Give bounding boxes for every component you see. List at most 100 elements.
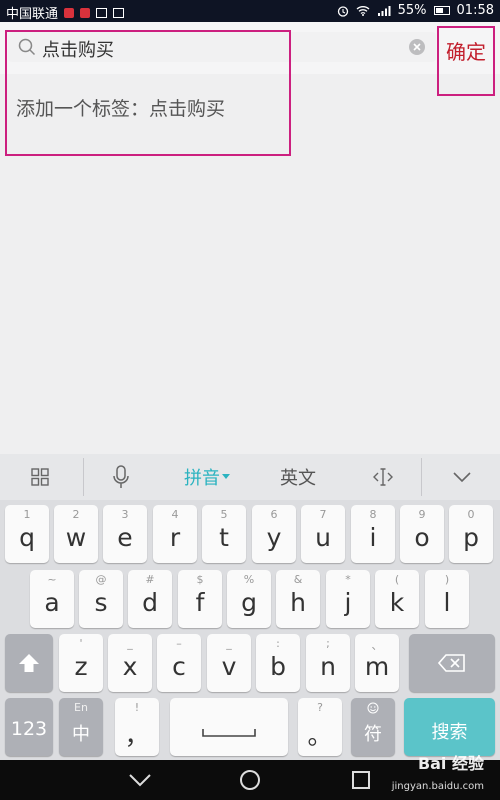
- key-q[interactable]: 1q: [5, 505, 49, 563]
- english-label: 英文: [280, 468, 316, 489]
- clear-icon[interactable]: [408, 38, 426, 56]
- language-switch-key[interactable]: En 中: [59, 698, 103, 756]
- key-sub: 0: [467, 508, 475, 521]
- hide-keyboard-chevron-icon[interactable]: [440, 454, 484, 500]
- key-i[interactable]: 8i: [351, 505, 395, 563]
- key-y[interactable]: 6y: [252, 505, 296, 563]
- key-h[interactable]: & h: [276, 570, 320, 628]
- key-label: t: [219, 523, 229, 552]
- recents-icon[interactable]: [351, 770, 371, 790]
- symbols-key[interactable]: 符: [351, 698, 395, 756]
- key-z[interactable]: ' z: [59, 634, 103, 692]
- key-sub: 1: [23, 508, 31, 521]
- key-e[interactable]: 3e: [103, 505, 147, 563]
- key-sub: *: [345, 573, 351, 586]
- keyboard: 1q 2w 3e 4r 5t 6y 7u 8i 9o 0p ~ a @ s # d $…: [0, 500, 500, 760]
- key-label: m: [364, 652, 390, 681]
- key-label: u: [315, 523, 331, 552]
- notification-icon: [64, 7, 75, 18]
- key-label: f: [195, 588, 205, 617]
- key-sub: En: [74, 701, 88, 714]
- smiley-icon: [367, 702, 379, 714]
- key-sub: $: [196, 573, 204, 586]
- key-label: l: [443, 588, 451, 617]
- key-l[interactable]: ) l: [425, 570, 469, 628]
- key-c[interactable]: – c: [157, 634, 201, 692]
- key-label: 123: [10, 718, 48, 740]
- key-label: y: [266, 523, 282, 552]
- space-icon: [202, 729, 256, 737]
- space-key[interactable]: [170, 698, 288, 756]
- key-s[interactable]: @ s: [79, 570, 123, 628]
- cursor-edit-icon[interactable]: [360, 454, 406, 500]
- key-x[interactable]: _ x: [108, 634, 152, 692]
- numbers-key[interactable]: 123: [5, 698, 53, 756]
- key-label: w: [65, 523, 87, 552]
- backspace-key[interactable]: [409, 634, 495, 692]
- key-m[interactable]: 、 m: [355, 634, 399, 692]
- clock: 01:58: [456, 3, 494, 18]
- key-label: e: [117, 523, 133, 552]
- key-label: d: [142, 588, 158, 617]
- image-icon: [96, 7, 108, 18]
- key-a[interactable]: ~ a: [30, 570, 74, 628]
- back-icon[interactable]: [128, 770, 152, 790]
- pinyin-mode-tab[interactable]: 拼音: [172, 454, 242, 500]
- key-w[interactable]: 2w: [54, 505, 98, 563]
- wifi-icon: [356, 6, 370, 16]
- shift-key[interactable]: [5, 634, 53, 692]
- home-icon[interactable]: [239, 769, 261, 791]
- key-r[interactable]: 4r: [153, 505, 197, 563]
- key-sub: 8: [369, 508, 377, 521]
- toolbar-divider-2: [421, 458, 422, 496]
- microphone-icon[interactable]: [98, 454, 144, 500]
- key-sub: #: [145, 573, 155, 586]
- key-label: r: [169, 523, 181, 552]
- screen-icon: [113, 7, 125, 18]
- key-label: k: [389, 588, 405, 617]
- key-label: s: [94, 588, 108, 617]
- key-sub: 5: [220, 508, 228, 521]
- key-label: x: [122, 652, 138, 681]
- key-u[interactable]: 7u: [301, 505, 345, 563]
- alarm-icon: [337, 5, 348, 17]
- annotation-box-search: [5, 30, 291, 156]
- key-label: z: [74, 652, 88, 681]
- signal-icon: [377, 6, 391, 16]
- key-label: h: [290, 588, 306, 617]
- key-label: i: [369, 523, 377, 552]
- key-sub: &: [293, 573, 303, 586]
- key-sub: ?: [317, 701, 323, 714]
- english-mode-tab[interactable]: 英文: [268, 454, 328, 500]
- key-k[interactable]: (k: [375, 570, 419, 628]
- watermark-url: jingyan.baidu.com: [391, 781, 484, 792]
- grid-menu-icon[interactable]: [18, 454, 62, 500]
- key-f[interactable]: $ f: [178, 570, 222, 628]
- key-p[interactable]: 0p: [449, 505, 493, 563]
- key-label: o: [414, 523, 430, 552]
- comma-key[interactable]: !，: [115, 698, 159, 756]
- status-bar: 中国联通 55% 01:58: [0, 0, 500, 22]
- toolbar-divider: [83, 458, 84, 496]
- pinyin-label: 拼音: [184, 468, 220, 489]
- key-sub: 、: [371, 639, 383, 652]
- search-key[interactable]: 搜索: [404, 698, 495, 756]
- key-sub: @: [95, 573, 107, 586]
- key-o[interactable]: 9o: [400, 505, 444, 563]
- key-v[interactable]: _ v: [207, 634, 251, 692]
- period-key[interactable]: ?。: [298, 698, 342, 756]
- key-n[interactable]: ; n: [306, 634, 350, 692]
- key-sub: !: [134, 701, 140, 714]
- key-sub: 7: [319, 508, 327, 521]
- key-label: 中: [72, 724, 90, 745]
- carrier-name: 中国联通: [6, 7, 59, 22]
- battery-icon: [433, 6, 450, 15]
- key-g[interactable]: % g: [227, 570, 271, 628]
- key-j[interactable]: * j: [326, 570, 370, 628]
- key-label: 符: [364, 724, 382, 745]
- key-t[interactable]: 5t: [202, 505, 246, 563]
- key-sub: _: [127, 637, 133, 650]
- key-b[interactable]: :b: [256, 634, 300, 692]
- key-label: c: [172, 652, 186, 681]
- key-d[interactable]: # d: [128, 570, 172, 628]
